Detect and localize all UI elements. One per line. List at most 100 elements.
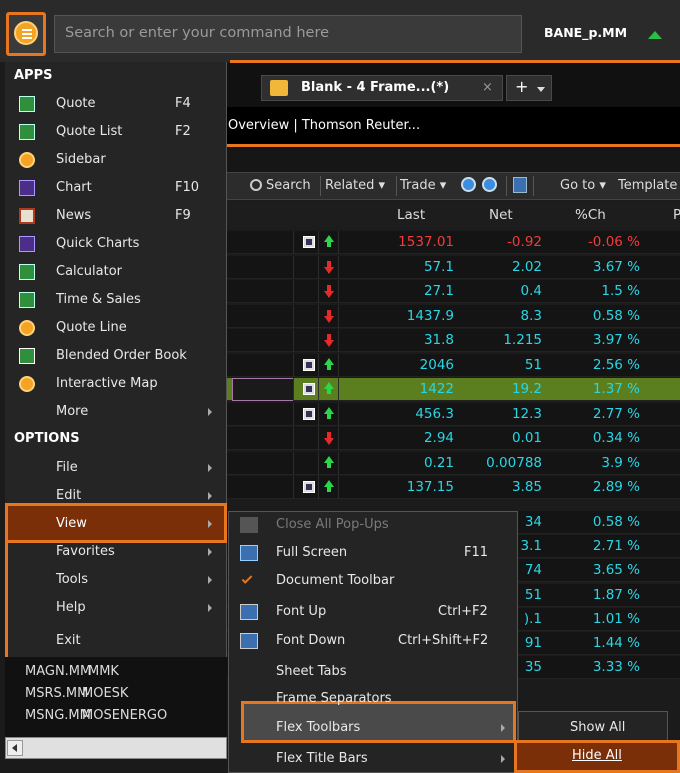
menu-item-label: Edit: [56, 488, 82, 503]
menu-item-interactive-map[interactable]: Interactive Map: [5, 370, 225, 398]
submenu-item-sheet-tabs[interactable]: Sheet Tabs: [228, 658, 518, 686]
menu-item-tools[interactable]: Tools: [5, 566, 225, 594]
instrument-cell[interactable]: [232, 378, 294, 401]
menu-item-help[interactable]: Help: [5, 594, 225, 622]
header-last[interactable]: Last: [397, 207, 425, 223]
tab-close-icon[interactable]: ×: [482, 80, 493, 95]
submenu-item-full-screen[interactable]: Full Screen F11: [228, 539, 518, 567]
news-icon[interactable]: [303, 358, 315, 371]
grid-separator: [338, 427, 339, 450]
goto-menu-button[interactable]: Go to ▾: [560, 178, 606, 193]
menu-item-edit[interactable]: Edit: [5, 482, 225, 510]
grid-separator: [338, 329, 339, 352]
shortcut-label: Ctrl+Shift+F2: [398, 633, 489, 648]
news-icon[interactable]: [303, 383, 315, 395]
instrument-cell[interactable]: [229, 427, 291, 450]
scroll-left-arrow-icon[interactable]: [7, 740, 23, 756]
menu-item-calculator[interactable]: Calculator: [5, 258, 225, 286]
grid-separator: [318, 255, 319, 279]
tab-label: Blank - 4 Frame...(*): [301, 80, 450, 95]
header-p[interactable]: P: [673, 207, 680, 223]
show-all-menu-item[interactable]: Show All: [570, 720, 625, 735]
menu-item-news[interactable]: News F9: [5, 202, 225, 230]
menu-item-chart[interactable]: Chart F10: [5, 174, 225, 202]
submenu-item-font-up[interactable]: Font Up Ctrl+F2: [228, 598, 518, 626]
menu-item-blended-order-book[interactable]: Blended Order Book: [5, 342, 225, 370]
header-pct-change[interactable]: %Ch: [575, 207, 606, 223]
list-item-ric[interactable]: MSNG.MM: [25, 708, 91, 723]
instrument-cell[interactable]: [229, 329, 291, 352]
submenu-item-flex-toolbars[interactable]: Flex Toolbars: [228, 714, 518, 742]
new-tab-button[interactable]: +: [506, 75, 552, 101]
instrument-cell[interactable]: [229, 452, 291, 475]
table-row[interactable]: 27.1 0.4 1.5 %: [226, 280, 680, 303]
window-title: Overview | Thomson Reuter...: [228, 118, 421, 133]
table-row[interactable]: 456.3 12.3 2.77 %: [226, 402, 680, 426]
zoom-out-icon[interactable]: [482, 177, 497, 192]
table-row[interactable]: 2.94 0.01 0.34 %: [226, 427, 680, 450]
instrument-cell[interactable]: [229, 256, 291, 279]
grid-separator: [293, 255, 294, 279]
horizontal-scrollbar[interactable]: [5, 737, 227, 759]
menu-item-sidebar[interactable]: Sidebar: [5, 146, 225, 174]
list-item-name[interactable]: MMK: [88, 664, 119, 679]
menu-item-view[interactable]: View: [5, 510, 225, 538]
menu-item-favorites[interactable]: Favorites: [5, 538, 225, 566]
related-menu-button[interactable]: Related ▾: [325, 178, 385, 193]
menu-item-quote-line[interactable]: Quote Line: [5, 314, 225, 342]
pct-change-cell: 2.77 %: [592, 405, 640, 422]
toolbar-search-button[interactable]: Search: [266, 178, 311, 193]
table-row[interactable]: 1422 19.2 1.37 %: [226, 378, 680, 401]
menu-item-quote-list[interactable]: Quote List F2: [5, 118, 225, 146]
zoom-in-icon[interactable]: [461, 177, 476, 192]
last-cell: 0.21: [423, 454, 454, 471]
up-arrow-icon: [648, 31, 662, 39]
menu-item-more[interactable]: More: [5, 398, 225, 426]
menu-item-quote[interactable]: Quote F4: [5, 90, 225, 118]
news-icon[interactable]: [303, 481, 315, 493]
list-item-name[interactable]: MOSENERGO: [82, 708, 167, 723]
list-item-ric[interactable]: MAGN.MM: [25, 664, 91, 679]
news-icon[interactable]: [303, 407, 315, 420]
instrument-cell[interactable]: [229, 231, 291, 254]
command-search-input[interactable]: Search or enter your command here: [54, 15, 522, 53]
menu-item-quick-charts[interactable]: Quick Charts: [5, 230, 225, 258]
submenu-item-document-toolbar[interactable]: Document Toolbar: [228, 567, 518, 595]
sidebar-icon: [19, 152, 35, 168]
list-item-name[interactable]: MOESK: [82, 686, 128, 701]
ric-label[interactable]: BANE_p.MM: [544, 25, 627, 40]
table-row[interactable]: 57.1 2.02 3.67 %: [226, 255, 680, 279]
calculator-icon[interactable]: [513, 177, 527, 193]
submenu-item-flex-title-bars[interactable]: Flex Title Bars: [228, 745, 518, 773]
last-cell: 456.3: [415, 405, 454, 422]
header-net[interactable]: Net: [489, 207, 513, 223]
grid-separator: [318, 451, 319, 475]
table-row[interactable]: 31.8 1.215 3.97 %: [226, 329, 680, 352]
submenu-item-frame-separators[interactable]: Frame Separators: [228, 685, 518, 713]
trade-menu-button[interactable]: Trade ▾: [400, 178, 446, 193]
instrument-cell[interactable]: [229, 305, 291, 328]
instrument-cell[interactable]: [229, 280, 291, 303]
table-row[interactable]: 2046 51 2.56 %: [226, 353, 680, 377]
up-arrow-icon: [324, 406, 334, 419]
grid-separator: [318, 280, 319, 303]
chevron-down-icon: [537, 87, 545, 92]
hide-all-menu-item[interactable]: Hide All: [572, 748, 622, 763]
instrument-cell[interactable]: [229, 403, 291, 426]
template-menu-button[interactable]: Template: [618, 178, 677, 193]
main-menu-button[interactable]: [6, 12, 46, 56]
submenu-item-font-down[interactable]: Font Down Ctrl+Shift+F2: [228, 627, 518, 655]
table-row[interactable]: 0.21 0.00788 3.9 %: [226, 451, 680, 475]
order-book-icon: [19, 348, 35, 364]
table-row[interactable]: 1537.01 -0.92 -0.06 %: [226, 231, 680, 254]
menu-item-time-sales[interactable]: Time & Sales: [5, 286, 225, 314]
menu-item-exit[interactable]: Exit: [5, 627, 225, 655]
table-row[interactable]: 137.15 3.85 2.89 %: [226, 476, 680, 499]
list-item-ric[interactable]: MSRS.MM: [25, 686, 88, 701]
menu-item-label: Quick Charts: [56, 236, 140, 251]
news-icon[interactable]: [303, 236, 315, 248]
instrument-cell[interactable]: [229, 354, 291, 377]
table-row[interactable]: 1437.9 8.3 0.58 %: [226, 304, 680, 328]
menu-item-file[interactable]: File: [5, 454, 225, 482]
instrument-cell[interactable]: [229, 476, 291, 499]
